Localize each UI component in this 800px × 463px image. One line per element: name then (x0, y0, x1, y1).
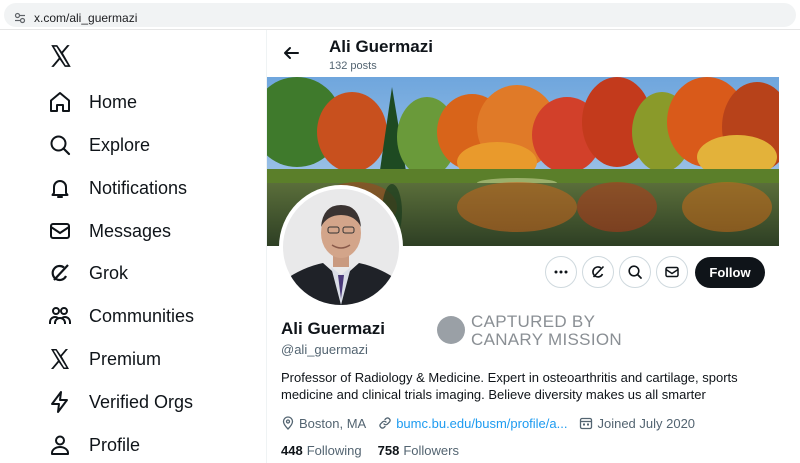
follow-counts: 448 Following 758 Followers (281, 443, 475, 458)
home-icon (50, 92, 70, 112)
avatar[interactable] (279, 185, 403, 309)
sidebar-item-grok[interactable]: Grok (48, 258, 128, 288)
sidebar-item-label: Communities (89, 305, 195, 326)
sidebar-item-home[interactable]: Home (48, 87, 137, 117)
grok-icon (592, 265, 605, 278)
sidebar-item-communities[interactable]: Communities (48, 301, 194, 331)
following-count: 448 (281, 443, 303, 458)
location-pin-icon (282, 416, 294, 430)
sidebar-item-notifications[interactable]: Notifications (48, 173, 187, 203)
sidebar-item-label: Profile (89, 434, 141, 455)
location-text: Boston, MA (299, 415, 367, 431)
website-link[interactable]: bumc.bu.edu/busm/profile/a... (396, 416, 567, 431)
joined-text: Joined July 2020 (597, 415, 696, 431)
url-text[interactable]: x.com/ali_guermazi (34, 11, 137, 25)
sidebar-item-label: Grok (89, 262, 129, 283)
message-button[interactable] (656, 256, 688, 288)
sidebar-item-explore[interactable]: Explore (48, 130, 150, 160)
watermark: CAPTURED BY CANARY MISSION (437, 312, 637, 350)
person-icon (51, 435, 69, 455)
more-dots-icon (554, 270, 568, 274)
joined-item: Joined July 2020 (579, 416, 695, 431)
followers-link[interactable]: 758 Followers (378, 443, 459, 458)
profile-name: Ali Guermazi (281, 319, 385, 338)
back-arrow-icon[interactable] (282, 44, 300, 62)
header-name: Ali Guermazi (329, 37, 433, 56)
following-link[interactable]: 448 Following (281, 443, 362, 458)
envelope-icon (50, 223, 70, 239)
search-icon (50, 135, 71, 156)
people-icon (49, 307, 71, 324)
followers-label: Followers (403, 443, 459, 458)
profile-handle: @ali_guermazi (281, 342, 368, 357)
sidebar-item-messages[interactable]: Messages (48, 216, 171, 246)
sidebar-item-label: Home (89, 91, 138, 112)
x-logo-icon (51, 349, 69, 369)
followers-count: 758 (377, 443, 400, 458)
profile-meta: Boston, MA bumc.bu.edu/busm/profile/a...… (281, 414, 707, 432)
avatar-photo (283, 189, 399, 305)
website-item[interactable]: bumc.bu.edu/busm/profile/a... (378, 416, 567, 431)
sidebar-item-label: Verified Orgs (89, 391, 194, 412)
grok-icon (51, 264, 69, 282)
envelope-icon (665, 266, 679, 278)
watermark-seal-icon (437, 316, 465, 344)
watermark-line-2: CANARY MISSION (471, 330, 622, 349)
bell-icon (51, 180, 69, 198)
header-post-count: 132 posts (329, 60, 377, 72)
sidebar-item-verified-orgs[interactable]: Verified Orgs (48, 387, 193, 417)
x-logo-icon[interactable] (48, 43, 74, 69)
sidebar-item-label: Premium (89, 348, 162, 369)
more-button[interactable] (545, 256, 577, 288)
link-icon (379, 417, 391, 429)
sidebar-item-label: Explore (89, 134, 151, 155)
grok-button[interactable] (582, 256, 614, 288)
follow-button[interactable]: Follow (695, 257, 765, 288)
sidebar-item-label: Notifications (89, 177, 188, 198)
sidebar-item-profile[interactable]: Profile (48, 430, 140, 460)
search-icon (628, 265, 642, 279)
browser-address-bar: x.com/ali_guermazi (0, 0, 800, 30)
calendar-icon (580, 417, 593, 430)
site-settings-icon[interactable] (14, 12, 26, 24)
sidebar-item-label: Messages (89, 220, 172, 241)
url-pill[interactable]: x.com/ali_guermazi (4, 3, 796, 27)
location-item: Boston, MA (281, 416, 366, 431)
sidebar-item-premium[interactable]: Premium (48, 344, 161, 374)
watermark-line-1: CAPTURED BY (471, 312, 596, 331)
following-label: Following (306, 443, 362, 458)
profile-bio: Professor of Radiology & Medicine. Exper… (281, 370, 738, 402)
search-profile-button[interactable] (619, 256, 651, 288)
lightning-icon (51, 391, 68, 413)
